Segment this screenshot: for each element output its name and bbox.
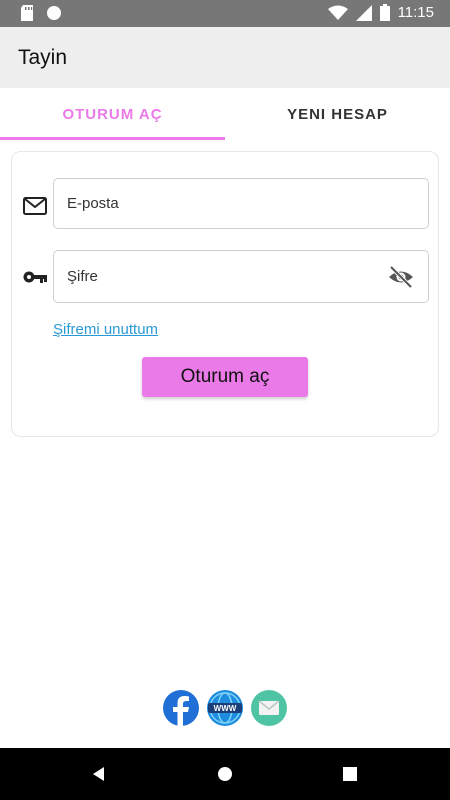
status-bar: 11:15 (0, 0, 450, 27)
email-input[interactable] (54, 179, 354, 228)
password-field[interactable] (53, 250, 429, 303)
forgot-password-link[interactable]: Şifremi unuttum (53, 321, 158, 338)
app-title: Tayin (18, 46, 68, 69)
key-icon (23, 271, 47, 283)
www-icon[interactable]: WWW (207, 690, 243, 726)
login-button[interactable]: Oturum aç (142, 357, 308, 397)
mail-icon[interactable] (251, 690, 287, 726)
svg-text:WWW: WWW (214, 704, 237, 713)
tab-login[interactable]: OTURUM AÇ (0, 88, 225, 140)
circle-icon (47, 6, 61, 20)
status-time: 11:15 (397, 4, 434, 21)
wifi-icon (327, 5, 348, 20)
battery-icon (379, 4, 390, 21)
password-input[interactable] (54, 251, 354, 302)
tab-bar: OTURUM AÇ YENI HESAP (0, 88, 450, 140)
tab-indicator (0, 137, 225, 140)
signal-icon (355, 4, 372, 21)
facebook-icon[interactable] (163, 690, 199, 726)
sd-card-icon (21, 5, 33, 21)
eye-off-icon[interactable] (388, 265, 414, 289)
recent-apps-icon[interactable] (340, 764, 360, 784)
back-icon[interactable] (90, 764, 110, 784)
app-bar: Tayin (0, 27, 450, 88)
email-field[interactable] (53, 178, 429, 229)
email-icon (23, 197, 47, 215)
home-icon[interactable] (215, 764, 235, 784)
navigation-bar (0, 748, 450, 800)
tab-new-account[interactable]: YENI HESAP (225, 88, 450, 140)
